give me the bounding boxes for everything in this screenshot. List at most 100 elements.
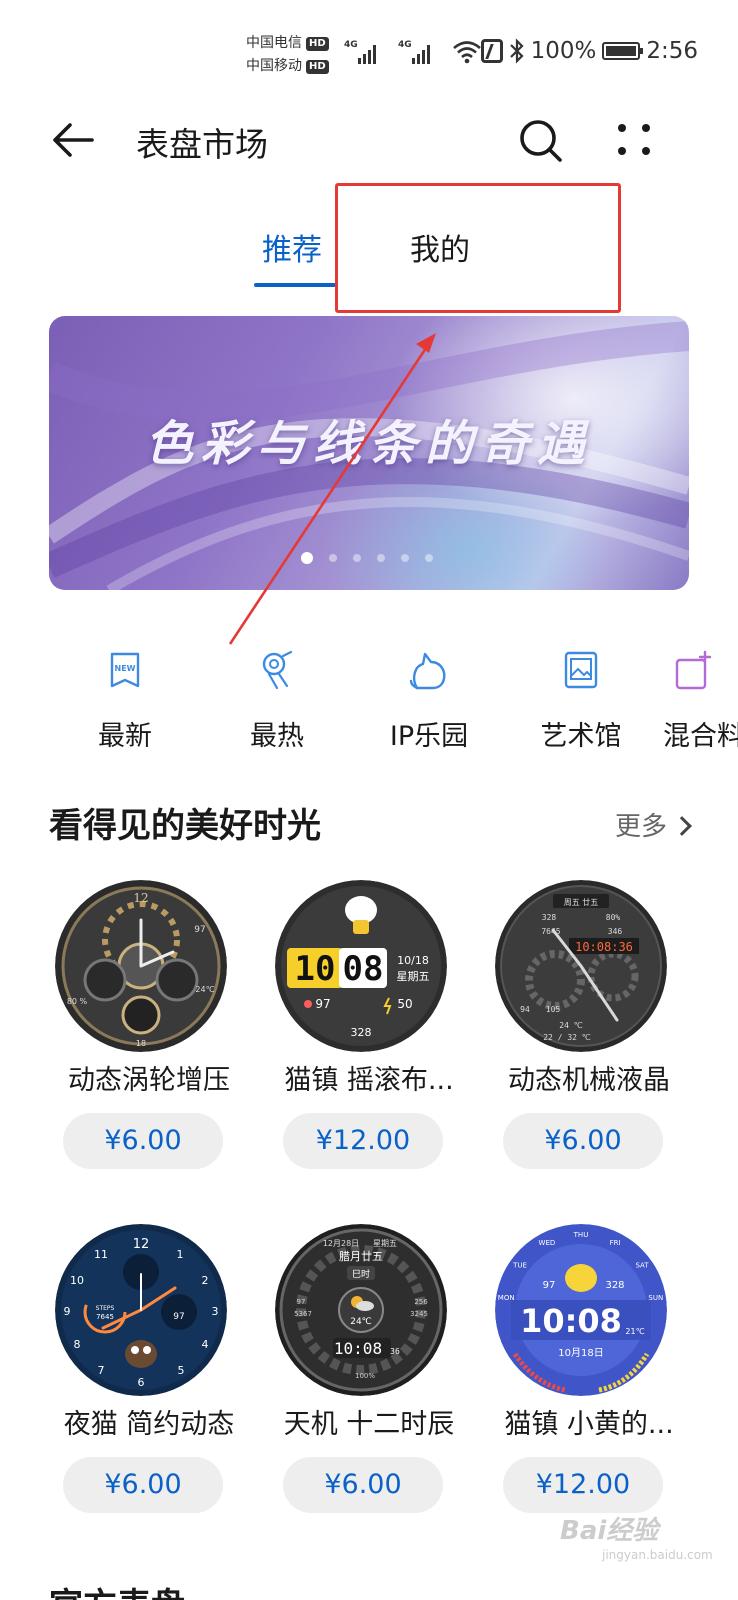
more-label: 更多 <box>614 812 667 842</box>
category-row: NEW 最新 最热 IP乐园 艺术馆 混合料 <box>0 648 738 758</box>
nfc-icon <box>480 39 503 63</box>
cat-mascot-icon <box>565 1264 597 1292</box>
pagination-dot[interactable] <box>377 554 385 562</box>
watch-time: 10:08 <box>334 1339 382 1358</box>
pagination-dot[interactable] <box>353 554 361 562</box>
watch-time: 10:08 <box>520 1302 622 1340</box>
section-more-link[interactable]: 更多 <box>614 806 692 843</box>
watch-text: 256 <box>414 1298 428 1306</box>
pagination-dot[interactable] <box>329 554 337 562</box>
status-right: 100% 2:56 <box>480 38 698 64</box>
price-button[interactable]: ¥6.00 <box>63 1457 223 1513</box>
dial-number: 4 <box>202 1338 209 1351</box>
tab-indicator <box>254 283 336 287</box>
signal-indicators: 4G 4G <box>344 38 482 64</box>
price-button[interactable]: ¥6.00 <box>63 1113 223 1169</box>
price-button[interactable]: ¥6.00 <box>503 1113 663 1169</box>
price-button[interactable]: ¥12.00 <box>503 1457 663 1513</box>
tab-recommend[interactable]: 推荐 <box>262 225 322 269</box>
category-label: 最新 <box>98 721 152 752</box>
watch-date: 周五 廿五 <box>564 897 599 907</box>
watch-face-cat-rock[interactable]: 10 08 10/18 星期五 97 50 328 <box>275 880 447 1052</box>
watch-name: 猫镇 摇滚布... <box>284 1065 454 1096</box>
watch-face-night-cat[interactable]: 12 1 2 3 4 5 6 7 8 9 10 11 STEPS 7645 97 <box>55 1224 227 1396</box>
dial-number: 9 <box>64 1305 71 1318</box>
watch-text: 24℃ <box>195 985 214 994</box>
watch-name: 动态涡轮增压 <box>68 1065 230 1096</box>
hd-badge: HD <box>306 59 329 74</box>
watch-face-cat-yellow[interactable]: MONTUEWEDTHUFRISATSUN 97 328 10:08 21℃ 1… <box>495 1224 667 1396</box>
dial-number: 3 <box>212 1305 219 1318</box>
owl-icon <box>125 1340 157 1368</box>
watch-shichen: 巳时 <box>352 1268 370 1280</box>
carrier-2: 中国移动 <box>246 58 302 74</box>
category-hot[interactable]: 最热 <box>207 648 347 753</box>
steps-label: STEPS <box>96 1305 115 1312</box>
watch-weekday: 星期五 <box>397 970 430 983</box>
watch-name: 猫镇 小黄的... <box>504 1409 674 1440</box>
dial-number: 5 <box>178 1364 185 1377</box>
price-button[interactable]: ¥12.00 <box>283 1113 443 1169</box>
search-icon[interactable] <box>518 118 564 164</box>
watch-name: 天机 十二时辰 <box>283 1409 455 1440</box>
weekday-label: WED <box>539 1239 556 1247</box>
signal-icon: 4G <box>398 38 442 64</box>
category-ip-park[interactable]: IP乐园 <box>359 648 499 753</box>
dial-number: 7 <box>98 1364 105 1377</box>
watch-range: 22 / 32 ℃ <box>543 1033 591 1042</box>
dial-number: 11 <box>94 1248 108 1261</box>
promo-banner[interactable]: 色彩与线条的奇遇 <box>49 316 689 590</box>
category-latest[interactable]: NEW 最新 <box>55 648 195 753</box>
watch-text: 3245 <box>410 1310 428 1318</box>
weekday-label: TUE <box>512 1262 527 1270</box>
tab-mine[interactable]: 我的 <box>410 225 470 269</box>
watch-text: 94 <box>520 1005 530 1014</box>
watch-face-turbo[interactable]: 12 97 24℃ 80 % 18 <box>55 880 227 1052</box>
watch-name: 夜猫 简约动态 <box>63 1409 235 1440</box>
pagination-dot[interactable] <box>301 552 313 564</box>
heart-icon <box>304 1000 312 1008</box>
pagination-dot[interactable] <box>425 554 433 562</box>
watch-text: 97 <box>194 925 205 935</box>
steps-value: 7645 <box>96 1313 114 1321</box>
chevron-right-icon <box>672 815 692 836</box>
watch-text: 97 <box>297 1298 306 1306</box>
category-label: 混合料 <box>663 721 738 752</box>
watch-text: 12 <box>133 891 148 905</box>
page-title: 表盘市场 <box>136 125 268 164</box>
watermark-url: jingyan.baidu.com <box>602 1548 713 1562</box>
weekday-label: FRI <box>610 1239 621 1247</box>
dial-number: 2 <box>202 1274 209 1287</box>
status-bar: 中国电信 HD 中国移动 HD 4G 4G 100% 2:56 <box>0 0 738 100</box>
watch-steps: 328 <box>605 1280 624 1291</box>
watch-lunar: 腊月廿五 <box>339 1250 383 1263</box>
watch-text: 105 <box>546 1005 561 1014</box>
more-dots-icon[interactable] <box>616 120 656 160</box>
watch-heart: 97 <box>543 1280 556 1291</box>
app-header: 表盘市场 <box>0 100 738 182</box>
watch-face-tianji[interactable]: 12月28日 星期五 腊月廿五 巳时 24℃ 97 5367 256 3245 … <box>275 1224 447 1396</box>
clock: 2:56 <box>646 38 698 64</box>
hot-icon <box>262 650 293 690</box>
watch-face-mech-lcd[interactable]: 周五 廿五 328 80% 7645 346 10:08:36 94 105 2… <box>495 880 667 1052</box>
watch-text: 5367 <box>294 1310 312 1318</box>
watch-hour: 10 <box>295 949 336 989</box>
dial-number: 10 <box>70 1274 84 1287</box>
dial-number: 6 <box>138 1376 145 1389</box>
cat-mascot-icon <box>345 896 377 924</box>
category-art-gallery[interactable]: 艺术馆 <box>511 648 651 753</box>
dial-number: 8 <box>74 1338 81 1351</box>
wifi-icon <box>453 41 481 64</box>
signal-icon: 4G <box>344 38 388 64</box>
watch-name: 动态机械液晶 <box>508 1065 670 1096</box>
category-label: IP乐园 <box>389 721 469 752</box>
price-button[interactable]: ¥6.00 <box>283 1457 443 1513</box>
section-title: 看得见的美好时光 <box>49 806 321 846</box>
back-arrow-icon[interactable] <box>50 117 96 163</box>
category-mix[interactable]: 混合料 <box>663 648 738 753</box>
watch-weekday: 星期五 <box>373 1239 397 1248</box>
watch-text: 80% <box>606 913 621 922</box>
bluetooth-icon <box>509 38 524 64</box>
pagination-dot[interactable] <box>401 554 409 562</box>
hd-badge: HD <box>306 36 329 51</box>
